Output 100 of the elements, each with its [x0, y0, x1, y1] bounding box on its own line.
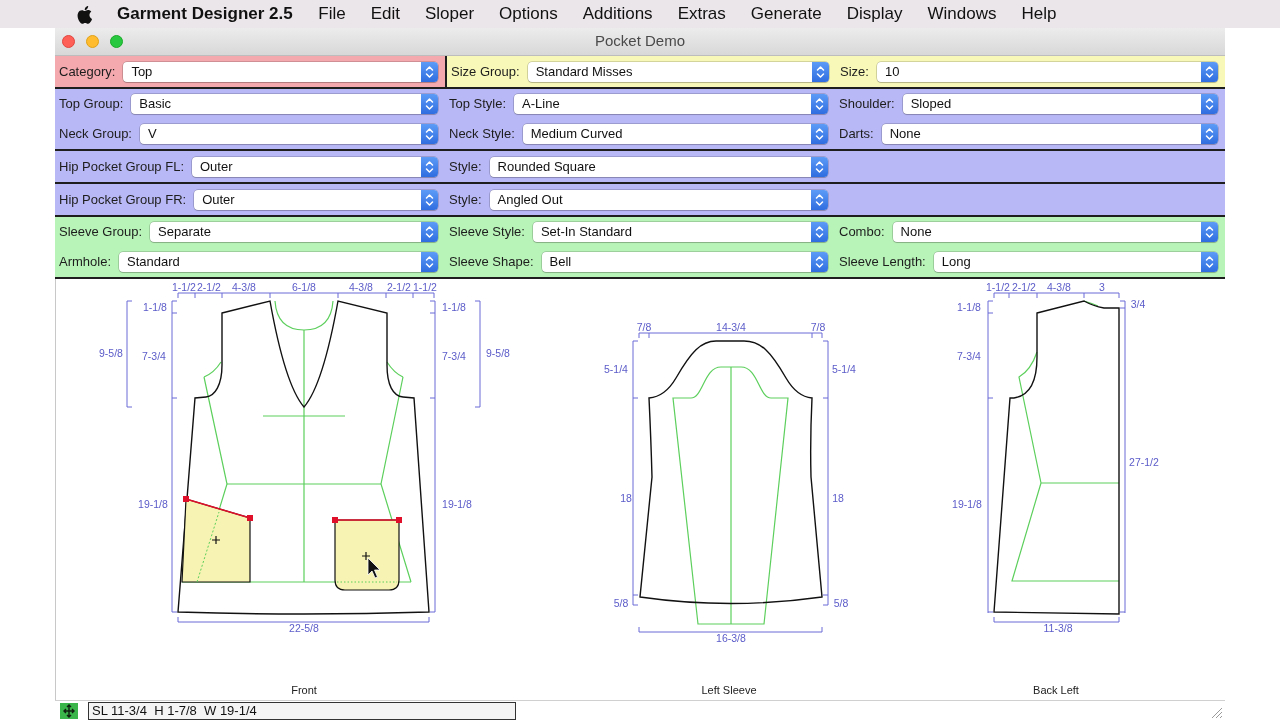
up-down-chevron-icon: [421, 252, 438, 272]
pointer-icon: [367, 557, 381, 579]
field-label: Size:: [840, 62, 869, 81]
dropdown[interactable]: Medium Curved: [522, 124, 828, 144]
field-label: Style:: [449, 190, 482, 209]
field-label: Top Group:: [59, 95, 124, 114]
up-down-chevron-icon: [811, 222, 828, 242]
dimension-label: 4-3/8: [232, 281, 256, 293]
app-name[interactable]: Garment Designer 2.5: [117, 1, 293, 27]
view-caption: Back Left: [1033, 683, 1079, 697]
dimension-label: 5/8: [613, 597, 629, 609]
field-label: Sleeve Style:: [449, 223, 525, 242]
dropdown[interactable]: Rounded Square: [489, 156, 828, 177]
field-label: Sleeve Shape:: [449, 253, 534, 272]
field-label: Top Style:: [449, 95, 507, 114]
dimension-label: 18: [832, 492, 844, 504]
dimension-label: 1-1/2: [413, 281, 437, 293]
menu-item[interactable]: Options: [486, 0, 571, 28]
dropdown[interactable]: 10: [876, 61, 1218, 82]
field-label: Neck Style:: [449, 125, 515, 144]
status-readout: SL 11-3/4 H 1-7/8 W 19-1/4: [88, 701, 516, 720]
move-arrows-icon[interactable]: [60, 702, 78, 719]
view-caption: Front: [291, 683, 317, 697]
menu-item[interactable]: Extras: [665, 0, 739, 28]
up-down-chevron-icon: [811, 94, 828, 114]
menu-item[interactable]: File: [305, 0, 359, 28]
dimension-label: 7-3/4: [442, 350, 466, 362]
dropdown[interactable]: Outer: [192, 156, 438, 177]
dropdown[interactable]: Standard: [119, 252, 438, 272]
dimension-label: 2-1/2: [387, 281, 411, 293]
dimension-label: 19-1/8: [442, 498, 472, 510]
up-down-chevron-icon: [1201, 124, 1218, 144]
menu-item[interactable]: Edit: [358, 0, 413, 28]
dropdown[interactable]: Separate: [150, 222, 438, 242]
dropdown[interactable]: Outer: [194, 189, 438, 210]
dimension-label: 5-1/4: [604, 363, 628, 375]
pocket-shape[interactable]: [181, 496, 253, 583]
menu-item[interactable]: Sloper: [412, 0, 487, 28]
dimension-label: 4-3/8: [349, 281, 373, 293]
close-button[interactable]: [62, 35, 75, 48]
dropdown[interactable]: V: [140, 124, 438, 144]
field-label: Neck Group:: [59, 125, 132, 144]
field-label: Style:: [449, 157, 482, 176]
dimension-label: 2-1/2: [1012, 281, 1036, 293]
dimension-label: 6-1/8: [292, 281, 316, 293]
dimension-label: 7-3/4: [142, 350, 166, 362]
dimension-label: 7-3/4: [957, 350, 981, 362]
dropdown[interactable]: Angled Out: [489, 189, 828, 210]
field-label: Category:: [59, 62, 116, 81]
field-label: Size Group:: [451, 62, 520, 81]
dropdown[interactable]: Basic: [131, 94, 438, 114]
dimension-label: 1-1/8: [957, 301, 981, 313]
pocket-shape[interactable]: [332, 517, 402, 591]
field-label: Darts:: [839, 125, 874, 144]
dimension-label: 1-1/2: [172, 281, 196, 293]
field-label: Combo:: [839, 223, 885, 242]
up-down-chevron-icon: [811, 156, 828, 177]
menu-item[interactable]: Windows: [914, 0, 1009, 28]
dimension-label: 14-3/4: [716, 321, 746, 333]
dimension-label: 7/8: [636, 321, 652, 333]
dropdown[interactable]: Set-In Standard: [532, 222, 828, 242]
dropdown[interactable]: None: [881, 124, 1218, 144]
up-down-chevron-icon: [811, 252, 828, 272]
dimension-label: 3/4: [1130, 298, 1146, 310]
up-down-chevron-icon: [1201, 94, 1218, 114]
window-title: Pocket Demo: [594, 31, 685, 52]
dimension-label: 19-1/8: [138, 498, 168, 510]
up-down-chevron-icon: [421, 189, 438, 210]
dimension-label: 5/8: [833, 597, 849, 609]
dimension-label: 1-1/8: [442, 301, 466, 313]
dimension-label: 11-3/8: [1043, 622, 1073, 634]
up-down-chevron-icon: [421, 156, 438, 177]
dimension-label: 18: [620, 492, 632, 504]
dimension-label: 27-1/2: [1129, 456, 1159, 468]
dimension-label: 1-1/2: [986, 281, 1010, 293]
view-caption: Left Sleeve: [701, 683, 757, 697]
dimension-label: 5-1/4: [832, 363, 856, 375]
dimension-label: 9-5/8: [486, 347, 510, 359]
field-label: Hip Pocket Group FL:: [59, 157, 184, 176]
field-label: Hip Pocket Group FR:: [59, 190, 187, 209]
menu-item[interactable]: Generate: [738, 0, 835, 28]
menu-item[interactable]: Additions: [570, 0, 666, 28]
dropdown[interactable]: Long: [933, 252, 1218, 272]
menu-item[interactable]: Display: [834, 0, 915, 28]
dropdown[interactable]: A-Line: [514, 94, 828, 114]
dropdown[interactable]: Top: [123, 61, 438, 82]
field-label: Sleeve Group:: [59, 223, 143, 242]
apple-icon[interactable]: [77, 4, 93, 24]
dropdown[interactable]: Standard Misses: [527, 61, 829, 82]
up-down-chevron-icon: [812, 61, 829, 82]
dimension-label: 16-3/8: [716, 632, 746, 644]
menu-item[interactable]: Help: [1008, 0, 1069, 28]
resize-grip-icon[interactable]: [1211, 707, 1222, 718]
dimension-label: 2-1/2: [197, 281, 221, 293]
dropdown[interactable]: Sloped: [902, 94, 1218, 114]
dimension-label: 9-5/8: [99, 347, 123, 359]
dropdown[interactable]: None: [892, 222, 1218, 242]
dropdown[interactable]: Bell: [541, 252, 828, 272]
up-down-chevron-icon: [421, 61, 438, 82]
dimension-label: 22-5/8: [289, 622, 319, 634]
